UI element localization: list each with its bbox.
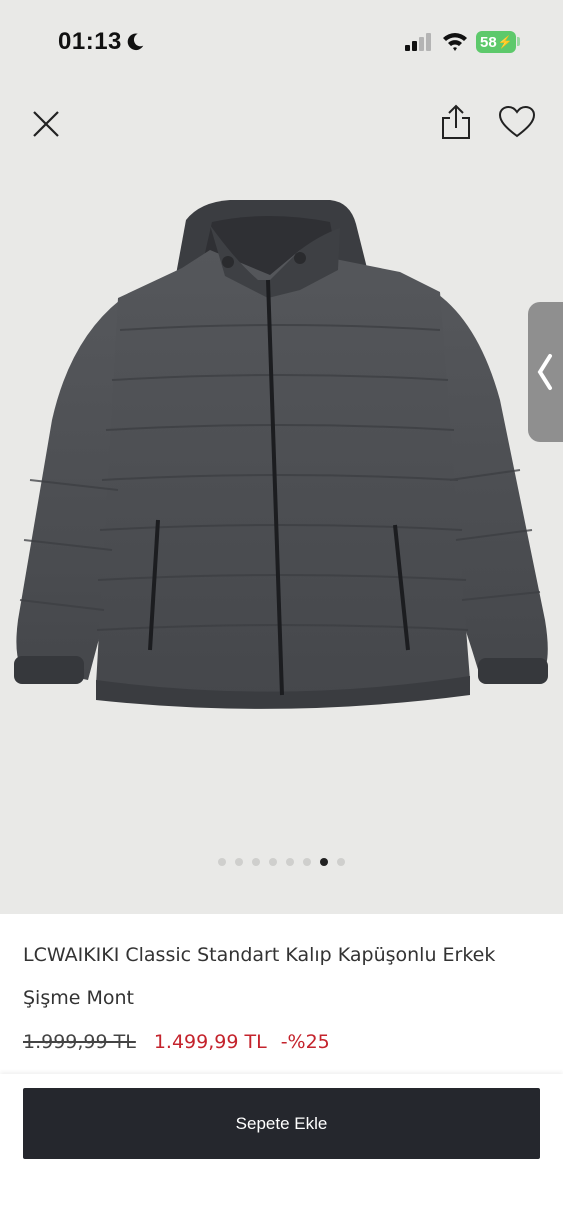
battery-tip [517,37,520,46]
wifi-icon [443,33,467,51]
sale-price: 1.499,99 TL [153,1031,267,1053]
moon-icon [127,33,144,51]
gallery-dot[interactable] [286,858,294,866]
side-panel-handle[interactable] [528,302,563,442]
discount-badge: -%25 [280,1031,330,1053]
battery-icon: 58 ⚡ [476,31,516,53]
status-bar: 01:13 58 ⚡ [0,0,563,84]
product-title: LCWAIKIKI Classic Standart Kalıp Kapüşon… [23,934,523,1020]
product-title-line1: LCWAIKIKI Classic Standart Kalıp Kapüşon… [23,944,496,966]
gallery-pagination [0,858,563,866]
gallery-dot[interactable] [218,858,226,866]
battery-level: 58 [480,33,497,51]
share-icon [442,104,470,139]
gallery-dot[interactable] [269,858,277,866]
gallery-dot[interactable] [252,858,260,866]
gallery-dot[interactable] [303,858,311,866]
gallery-dot[interactable] [235,858,243,866]
chevron-left-icon [537,354,552,390]
product-title-line2: Şişme Mont [23,987,134,1009]
gallery-dot-active[interactable] [320,858,328,866]
charging-bolt-icon: ⚡ [497,35,513,49]
close-button[interactable] [28,106,64,142]
product-gallery[interactable]: 01:13 58 ⚡ [0,0,563,914]
price-row: 1.999,99 TL 1.499,99 TL -%25 [23,1028,330,1056]
status-time: 01:13 [58,28,122,55]
close-icon [33,111,59,137]
old-price: 1.999,99 TL [23,1031,136,1053]
gallery-dot[interactable] [337,858,345,866]
favorite-button[interactable] [497,104,537,140]
heart-icon [498,105,536,138]
add-to-cart-button[interactable]: Sepete Ekle [23,1088,540,1159]
signal-icon [405,33,431,51]
product-image-jacket[interactable] [0,180,563,720]
share-button[interactable] [438,102,474,142]
